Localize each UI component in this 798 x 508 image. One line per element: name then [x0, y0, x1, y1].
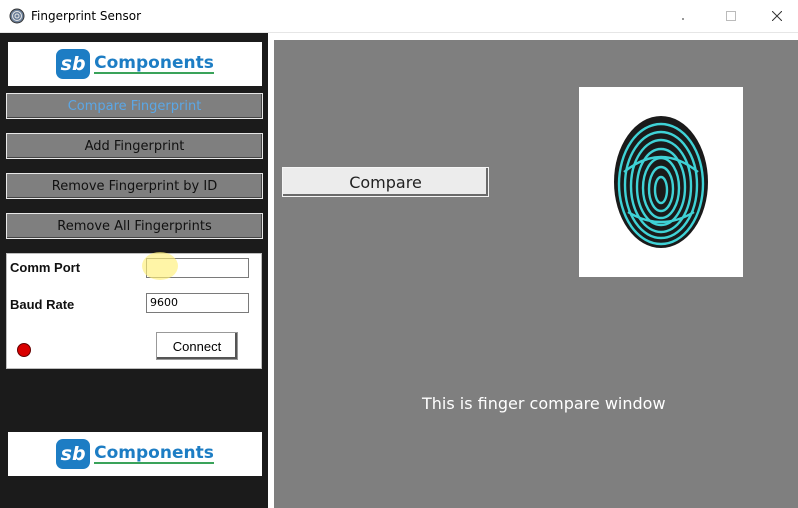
sidebar: sb Components Compare Fingerprint Add Fi… — [0, 33, 268, 508]
logo-text: Components — [94, 53, 214, 74]
remove-all-fingerprints-button[interactable]: Remove All Fingerprints — [6, 213, 263, 239]
connection-status-indicator — [17, 343, 31, 357]
compare-window-caption: This is finger compare window — [422, 394, 666, 413]
comm-port-label: Comm Port — [10, 260, 81, 275]
fingerprint-image-frame — [579, 87, 743, 277]
maximize-button[interactable] — [708, 0, 754, 32]
compare-window: Compare This is finger compare window — [274, 40, 798, 508]
close-button[interactable] — [754, 0, 798, 32]
connect-button[interactable]: Connect — [156, 332, 238, 360]
logo-mark: sb — [56, 49, 91, 79]
maximize-icon — [726, 11, 736, 21]
compare-button[interactable]: Compare — [282, 167, 489, 197]
connection-panel: Comm Port Baud Rate 9600 Connect — [6, 253, 262, 369]
sb-components-logo-bottom: sb Components — [8, 432, 262, 476]
sb-components-logo: sb Components — [8, 42, 262, 86]
comm-port-input[interactable] — [146, 258, 249, 278]
minimize-button[interactable] — [660, 0, 706, 32]
fingerprint-app-icon — [9, 8, 25, 24]
title-bar: Fingerprint Sensor — [0, 0, 798, 33]
logo-mark-bottom: sb — [56, 439, 91, 469]
baud-rate-label: Baud Rate — [10, 297, 75, 312]
minimize-icon — [682, 18, 684, 20]
baud-rate-input[interactable]: 9600 — [146, 293, 249, 313]
close-icon — [772, 11, 782, 21]
compare-fingerprint-button[interactable]: Compare Fingerprint — [6, 93, 263, 119]
logo-text-bottom: Components — [94, 443, 214, 464]
add-fingerprint-button[interactable]: Add Fingerprint — [6, 133, 263, 159]
remove-fingerprint-by-id-button[interactable]: Remove Fingerprint by ID — [6, 173, 263, 199]
window-title: Fingerprint Sensor — [31, 9, 142, 23]
fingerprint-image — [614, 116, 708, 248]
